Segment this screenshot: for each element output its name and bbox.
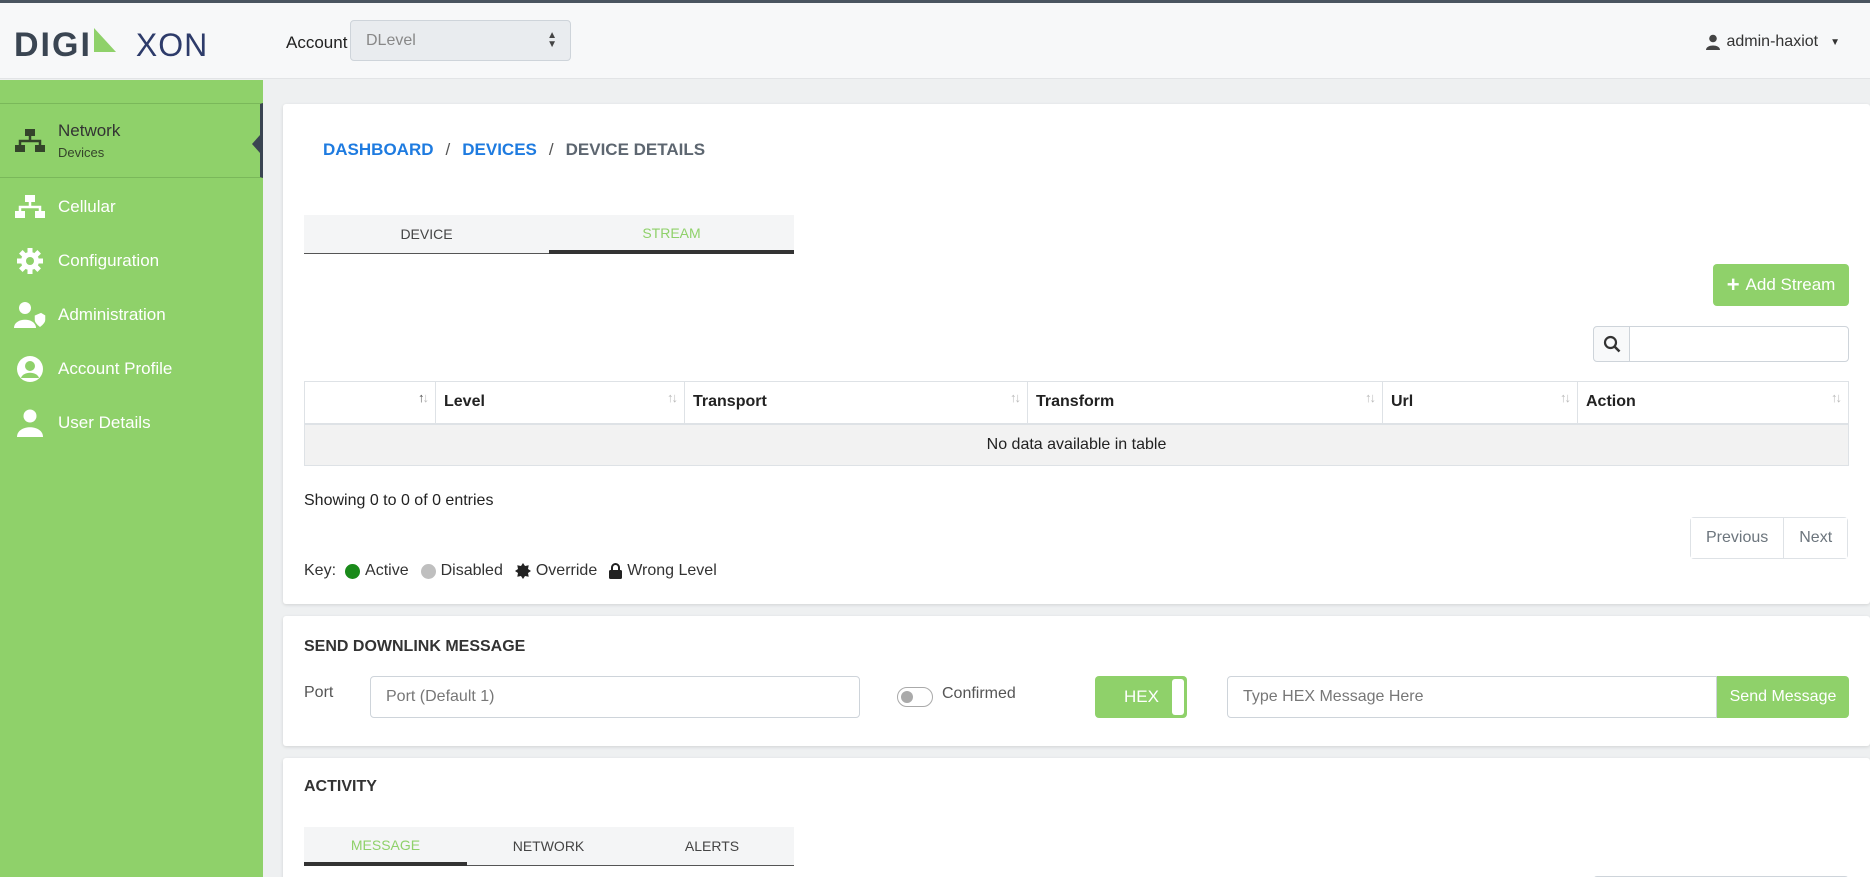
column-header-action[interactable]: Action ↑↓ xyxy=(1577,381,1849,425)
table-header-row: ↑↓ Level ↑↓ Transport ↑↓ Transform ↑↓ Url ↑↓… xyxy=(304,381,1849,425)
confirmed-toggle[interactable] xyxy=(897,687,933,707)
sidebar-item-administration[interactable]: Administration xyxy=(0,298,263,332)
user-icon xyxy=(14,409,46,437)
user-shield-icon xyxy=(14,301,46,329)
logo-digi-text: DIGI xyxy=(14,25,92,64)
previous-button[interactable]: Previous xyxy=(1691,518,1784,558)
key-active: Active xyxy=(365,562,409,579)
sort-icon: ↑↓ xyxy=(1831,390,1842,405)
lock-icon xyxy=(609,563,623,579)
column-header-url[interactable]: Url ↑↓ xyxy=(1382,381,1578,425)
user-icon xyxy=(1706,34,1721,50)
digi-xon-logo[interactable]: DIGI XON xyxy=(14,25,208,65)
sort-icon: ↑↓ xyxy=(667,390,678,405)
sort-icon: ↑↓ xyxy=(1010,390,1021,405)
port-label: Port xyxy=(304,684,334,701)
send-downlink-card: SEND DOWNLINK MESSAGE Port Port (Default… xyxy=(283,616,1870,746)
key-disabled: Disabled xyxy=(440,562,503,579)
device-details-card: DASHBOARD / DEVICES / DEVICE DETAILS DEV… xyxy=(283,104,1870,604)
activity-title: ACTIVITY xyxy=(304,778,377,795)
table-row: No data available in table xyxy=(304,423,1849,466)
column-header-transport[interactable]: Transport ↑↓ xyxy=(684,381,1028,425)
disabled-dot-icon xyxy=(420,563,436,579)
logo-slash-icon xyxy=(93,28,116,52)
sidebar-item-label: Network xyxy=(58,121,121,140)
key-wrong-level: Wrong Level xyxy=(627,562,717,579)
add-stream-label: Add Stream xyxy=(1745,275,1836,294)
breadcrumb-separator: / xyxy=(548,140,554,159)
key-label: Key: xyxy=(304,562,337,579)
activity-card: ACTIVITY MESSAGE NETWORK ALERTS xyxy=(283,758,1870,877)
sidebar: Network Devices Cellular Configuration A… xyxy=(0,80,263,877)
activity-tabs: MESSAGE NETWORK ALERTS xyxy=(304,827,794,866)
sidebar-item-cellular[interactable]: Cellular xyxy=(0,190,263,224)
hex-label: HEX xyxy=(1124,687,1159,706)
table-info: Showing 0 to 0 of 0 entries xyxy=(304,492,494,509)
select-arrows-icon: ▲ ▼ xyxy=(547,30,557,50)
breadcrumb-separator: / xyxy=(445,140,451,159)
key-override: Override xyxy=(535,562,598,579)
sort-icon: ↑↓ xyxy=(1560,390,1571,405)
sort-icon: ↑↓ xyxy=(418,390,429,405)
sidebar-item-label: Account Profile xyxy=(58,359,173,378)
sidebar-item-sublabel: Devices xyxy=(58,145,105,160)
sidebar-item-account-profile[interactable]: Account Profile xyxy=(0,352,263,386)
override-badge-icon xyxy=(514,563,531,579)
toggle-knob xyxy=(1172,679,1184,715)
account-select-value: DLevel xyxy=(366,32,416,49)
user-name: admin-haxiot xyxy=(1726,33,1819,50)
tab-stream[interactable]: STREAM xyxy=(549,215,794,254)
stream-table: ↑↓ Level ↑↓ Transport ↑↓ Transform ↑↓ Url ↑↓… xyxy=(304,381,1849,466)
sort-icon: ↑↓ xyxy=(1365,390,1376,405)
tab-alerts[interactable]: ALERTS xyxy=(630,827,794,866)
tab-message[interactable]: MESSAGE xyxy=(304,827,467,866)
active-indicator xyxy=(252,135,260,154)
message-input[interactable]: Type HEX Message Here xyxy=(1227,676,1717,718)
sidebar-item-network[interactable]: Network Devices xyxy=(0,103,263,178)
tab-device[interactable]: DEVICE xyxy=(304,215,549,254)
tab-network[interactable]: NETWORK xyxy=(467,827,630,866)
sidebar-item-configuration[interactable]: Configuration xyxy=(0,244,263,278)
breadcrumb-dashboard[interactable]: DASHBOARD xyxy=(323,140,434,160)
breadcrumb: DASHBOARD / DEVICES / DEVICE DETAILS xyxy=(323,140,705,160)
gear-icon xyxy=(14,247,46,275)
sidebar-item-user-details[interactable]: User Details xyxy=(0,406,263,440)
search-button[interactable] xyxy=(1593,326,1630,362)
active-dot-icon xyxy=(345,563,361,579)
send-message-button[interactable]: Send Message xyxy=(1717,676,1849,718)
pagination: Previous Next xyxy=(1690,517,1849,559)
sidebar-item-label: Configuration xyxy=(58,251,160,270)
device-tabs: DEVICE STREAM xyxy=(304,215,794,254)
search-input[interactable] xyxy=(1629,326,1849,362)
breadcrumb-current: DEVICE DETAILS xyxy=(565,140,706,159)
column-header-status[interactable]: ↑↓ xyxy=(304,381,436,425)
network-icon xyxy=(14,127,46,155)
port-input[interactable]: Port (Default 1) xyxy=(370,676,860,718)
app-header: DIGI XON Account DLevel ▲ ▼ admin-haxiot … xyxy=(0,3,1870,79)
user-menu[interactable]: admin-haxiot ▼ xyxy=(1706,33,1840,51)
sidebar-item-label: Cellular xyxy=(58,197,116,216)
next-button[interactable]: Next xyxy=(1783,518,1848,558)
confirmed-label: Confirmed xyxy=(942,685,1016,702)
network-icon xyxy=(14,193,46,221)
add-stream-button[interactable]: + Add Stream xyxy=(1713,264,1849,306)
downlink-title: SEND DOWNLINK MESSAGE xyxy=(304,638,526,655)
search-icon xyxy=(1603,335,1620,353)
logo-xon-text: XON xyxy=(135,26,209,63)
breadcrumb-devices[interactable]: DEVICES xyxy=(462,140,537,160)
column-header-transform[interactable]: Transform ↑↓ xyxy=(1027,381,1383,425)
chevron-down-icon: ▼ xyxy=(1830,36,1840,48)
hex-toggle[interactable]: HEX xyxy=(1095,676,1187,718)
empty-table-message: No data available in table xyxy=(304,423,1849,466)
sidebar-item-label: Administration xyxy=(58,305,166,324)
sidebar-item-label: User Details xyxy=(58,413,151,432)
account-select[interactable]: DLevel ▲ ▼ xyxy=(350,20,571,61)
column-header-level[interactable]: Level ↑↓ xyxy=(435,381,685,425)
account-label: Account xyxy=(286,33,348,52)
status-key: Key: Active Disabled Override Wrong Leve… xyxy=(304,562,724,580)
plus-icon: + xyxy=(1726,272,1740,297)
user-circle-icon xyxy=(14,355,46,383)
